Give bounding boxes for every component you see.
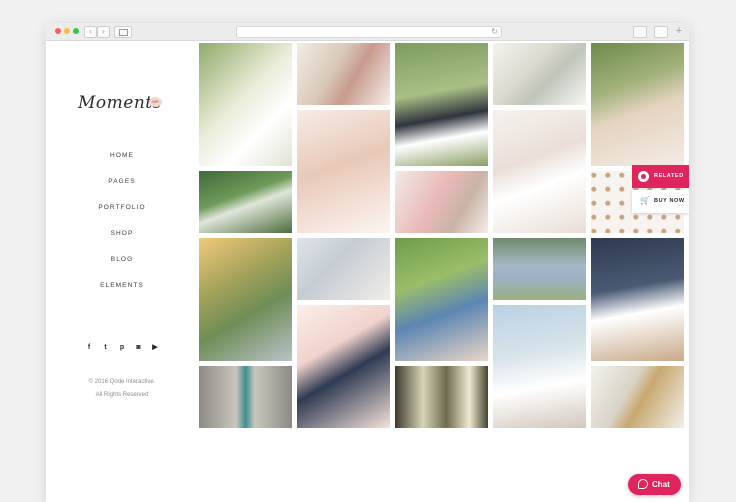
gallery-photo-groom-tie[interactable]	[199, 366, 292, 428]
share-icon[interactable]	[633, 26, 647, 38]
reload-icon[interactable]: ↻	[491, 27, 498, 37]
gallery-photo-bouquet-hands[interactable]	[395, 171, 488, 233]
copyright-line-1: © 2016 Qode Interactive.	[88, 379, 156, 385]
gallery-photo-bride-running[interactable]	[493, 305, 586, 428]
menu-item-blog[interactable]: BLOG	[46, 255, 198, 281]
instagram-icon[interactable]: ◙	[134, 342, 144, 352]
gallery-photo-couple-in-park[interactable]	[395, 43, 488, 166]
twitter-icon[interactable]: t	[101, 342, 111, 352]
gallery-photo-bride-hair-flowers[interactable]	[591, 43, 684, 166]
related-label: RELATED	[654, 173, 684, 179]
chat-bubble-icon	[638, 479, 648, 489]
gallery-photo-bridesmaids[interactable]	[493, 238, 586, 300]
gallery-photo-couple-dock[interactable]	[591, 238, 684, 361]
chat-label: Chat	[652, 480, 670, 489]
gallery-photo-bouquet[interactable]	[199, 43, 292, 166]
sidebar: Moments WP HOME PAGES PORTFOLIO SHOP BLO…	[46, 41, 198, 502]
related-button[interactable]: RELATED	[632, 165, 689, 188]
chat-button[interactable]: Chat	[628, 474, 681, 495]
new-tab-icon[interactable]: +	[674, 26, 684, 37]
facebook-icon[interactable]: f	[84, 342, 94, 352]
social-links: f t p ◙ ▶	[84, 342, 160, 352]
menu-item-elements[interactable]: ELEMENTS	[46, 281, 198, 307]
minimize-window-dot[interactable]	[64, 28, 70, 34]
gallery-photo-couple-embracing[interactable]	[297, 305, 390, 428]
menu-item-pages[interactable]: PAGES	[46, 177, 198, 203]
related-icon	[638, 171, 649, 182]
menu-item-home[interactable]: HOME	[46, 151, 198, 177]
gallery-photo-bouquet-glass[interactable]	[493, 43, 586, 105]
copyright-line-2: All Rights Reserved	[95, 392, 149, 398]
gallery-photo-bride-white-room[interactable]	[493, 110, 586, 233]
buy-now-label: BUY NOW	[654, 198, 685, 204]
gallery-grid	[198, 41, 689, 502]
browser-toolbar: ‹ › ↻ +	[46, 23, 689, 41]
menu-item-shop[interactable]: SHOP	[46, 229, 198, 255]
gallery-photo-table-setting[interactable]	[591, 366, 684, 428]
side-widget: RELATED 🛒 BUY NOW	[632, 165, 689, 215]
sidebar-toggle-icon[interactable]	[114, 26, 132, 38]
copyright-text: © 2016 Qode Interactive. All Rights Rese…	[46, 376, 198, 402]
youtube-icon[interactable]: ▶	[150, 342, 160, 352]
maximize-window-dot[interactable]	[73, 28, 79, 34]
address-bar[interactable]: ↻	[236, 26, 502, 38]
cart-icon: 🛒	[640, 196, 651, 205]
gallery-photo-couple-sunlit-trees[interactable]	[199, 238, 292, 361]
browser-window: ‹ › ↻ + Moments WP HOME PAGES PORTFOLIO …	[46, 23, 689, 502]
pinterest-icon[interactable]: p	[117, 342, 127, 352]
main-menu: HOME PAGES PORTFOLIO SHOP BLOG ELEMENTS	[46, 151, 198, 307]
logo-badge: WP	[149, 97, 162, 107]
gallery-photo-bride-shoulder[interactable]	[297, 238, 390, 300]
menu-item-portfolio[interactable]: PORTFOLIO	[46, 203, 198, 229]
close-window-dot[interactable]	[55, 28, 61, 34]
gallery-photo-hanging-floral-glass[interactable]	[395, 366, 488, 428]
forward-icon[interactable]: ›	[97, 26, 110, 38]
buy-now-button[interactable]: 🛒 BUY NOW	[632, 190, 689, 213]
gallery-photo-couple-laughing[interactable]	[395, 238, 488, 361]
tabs-overview-icon[interactable]	[654, 26, 668, 38]
gallery-photo-couple-forest-path[interactable]	[199, 171, 292, 233]
back-icon[interactable]: ‹	[84, 26, 97, 38]
gallery-photo-bride-flower-crown[interactable]	[297, 110, 390, 233]
gallery-photo-hanging-flowers[interactable]	[297, 43, 390, 105]
